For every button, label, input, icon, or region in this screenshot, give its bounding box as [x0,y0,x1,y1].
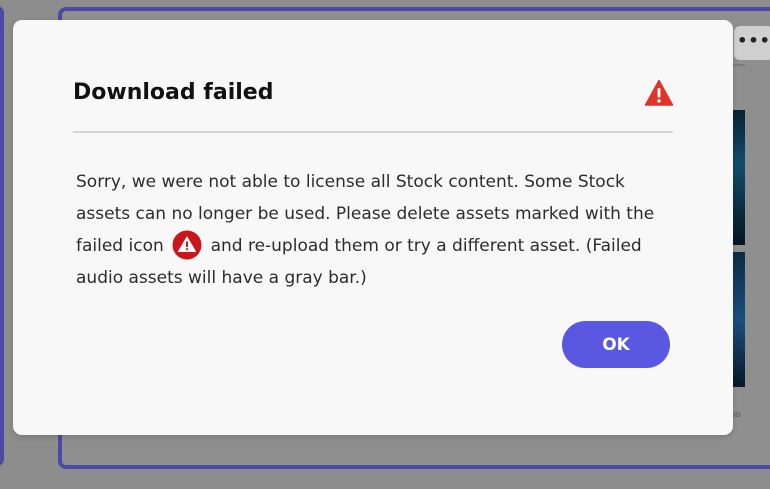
alert-triangle-icon [644,79,674,106]
background-thumbnail [733,252,745,387]
dialog-message: Sorry, we were not able to license all S… [76,166,676,294]
more-options-button[interactable]: ••• [734,26,770,60]
background-divider [733,64,745,66]
ok-button[interactable]: OK [562,321,670,368]
background-thumbnail [733,110,745,245]
title-divider [73,131,673,133]
download-failed-dialog: Download failed Sorry, we were not able … [13,20,733,435]
failed-icon [172,230,202,260]
background-left-panel [0,6,4,466]
dialog-title: Download failed [73,80,274,105]
